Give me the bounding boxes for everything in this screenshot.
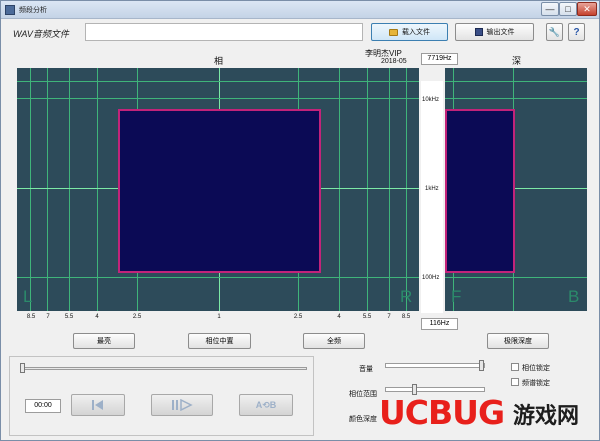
save-disk-icon — [474, 28, 483, 36]
tick-label: 8.5 — [401, 314, 411, 320]
tick-label: 2.5 — [293, 314, 303, 320]
grid-line — [445, 98, 587, 99]
depth-panel-title: 深 — [512, 56, 522, 66]
export-file-label: 输出文件 — [486, 29, 515, 36]
grid-line — [389, 68, 390, 311]
grid-line — [445, 81, 587, 82]
front-letter: F — [451, 287, 462, 306]
grid-line — [339, 68, 340, 311]
watermark-logo-text: UCBUG — [379, 393, 505, 432]
depth-spectrum-plot[interactable]: F B — [445, 68, 587, 311]
grid-line — [17, 277, 419, 278]
volume-slider[interactable] — [385, 363, 485, 368]
wrench-icon: 🔧 — [548, 26, 561, 37]
wav-file-label: WAV音频文件 — [13, 29, 69, 39]
grid-line — [47, 68, 48, 311]
phase-spectrum-plot[interactable]: L R — [17, 68, 419, 311]
phase-signal-region — [118, 109, 321, 273]
grid-line — [69, 68, 70, 311]
scale-10khz-label: 10kHz — [422, 97, 440, 103]
tick-label: 4 — [337, 314, 341, 320]
wav-file-path-field[interactable] — [85, 23, 363, 41]
left-channel-letter: L — [23, 287, 33, 306]
grid-line — [17, 81, 419, 82]
phase-panel-title: 相 — [214, 56, 224, 66]
tick-label: 8.5 — [26, 314, 36, 320]
grid-line — [367, 68, 368, 311]
scale-100hz-label: 100Hz — [422, 275, 440, 281]
right-channel-letter: R — [400, 287, 413, 306]
depth-signal-region — [445, 109, 515, 273]
skip-back-icon — [92, 400, 103, 410]
grid-line — [30, 68, 31, 311]
tick-label: 5.5 — [64, 314, 74, 320]
extreme-depth-button[interactable]: 极限深度 — [487, 333, 549, 349]
tick-label: 7 — [387, 314, 391, 320]
max-frequency-field[interactable]: 7719Hz — [421, 53, 458, 65]
ab-repeat-button[interactable]: A⟲B — [239, 394, 293, 416]
phase-range-label: 相位范围 — [349, 391, 377, 398]
app-icon — [5, 5, 15, 15]
grid-line — [445, 277, 587, 278]
load-file-label: 载入文件 — [402, 29, 430, 36]
settings-button[interactable]: 🔧 — [546, 23, 563, 41]
back-letter: B — [568, 287, 580, 306]
phase-lock-checkbox[interactable] — [511, 363, 519, 371]
phase-center-button[interactable]: 相位中置 — [188, 333, 251, 349]
playback-time-field: 00:00 — [25, 399, 61, 413]
spectrum-analysis-window: 频段分析 — □ ✕ WAV音频文件 载入文件 输出文件 🔧 ? 相 深 李明杰… — [0, 0, 600, 441]
folder-open-icon — [389, 28, 398, 36]
help-button[interactable]: ? — [568, 23, 585, 41]
maximize-button[interactable]: □ — [559, 2, 577, 16]
watermark-site-text: 游戏网 — [513, 403, 580, 428]
volume-slider-thumb[interactable] — [479, 360, 484, 371]
freq-lock-checkbox[interactable] — [511, 378, 519, 386]
watermark: UCBUG 游戏网 — [379, 389, 595, 435]
full-band-button[interactable]: 全频 — [303, 333, 365, 349]
play-pause-icon — [172, 399, 193, 411]
playback-position-track[interactable] — [21, 367, 307, 370]
phase-lock-label: 相位锁定 — [522, 365, 550, 372]
export-file-button[interactable]: 输出文件 — [455, 23, 534, 41]
play-pause-button[interactable] — [151, 394, 213, 416]
grid-line — [17, 98, 419, 99]
tick-label: 5.5 — [362, 314, 372, 320]
color-depth-label: 颜色深度 — [349, 416, 377, 423]
grid-line — [406, 68, 407, 311]
close-button[interactable]: ✕ — [577, 2, 597, 16]
window-title: 频段分析 — [19, 7, 47, 14]
load-file-button[interactable]: 载入文件 — [371, 23, 448, 41]
minimize-button[interactable]: — — [541, 2, 559, 16]
tick-label: 1 — [217, 314, 221, 320]
grid-line — [97, 68, 98, 311]
freq-lock-label: 频谱锁定 — [522, 380, 550, 387]
date-text: 2018-05 — [381, 58, 407, 65]
skip-back-button[interactable] — [71, 394, 125, 416]
min-frequency-field[interactable]: 116Hz — [421, 318, 458, 330]
brightest-button[interactable]: 最亮 — [73, 333, 135, 349]
volume-label: 音量 — [359, 366, 373, 373]
tick-label: 2.5 — [132, 314, 142, 320]
playback-position-thumb[interactable] — [20, 363, 25, 373]
tick-label: 7 — [46, 314, 50, 320]
tick-label: 4 — [95, 314, 99, 320]
scale-1khz-label: 1kHz — [425, 186, 439, 192]
title-bar: 频段分析 — □ ✕ — [1, 1, 599, 19]
